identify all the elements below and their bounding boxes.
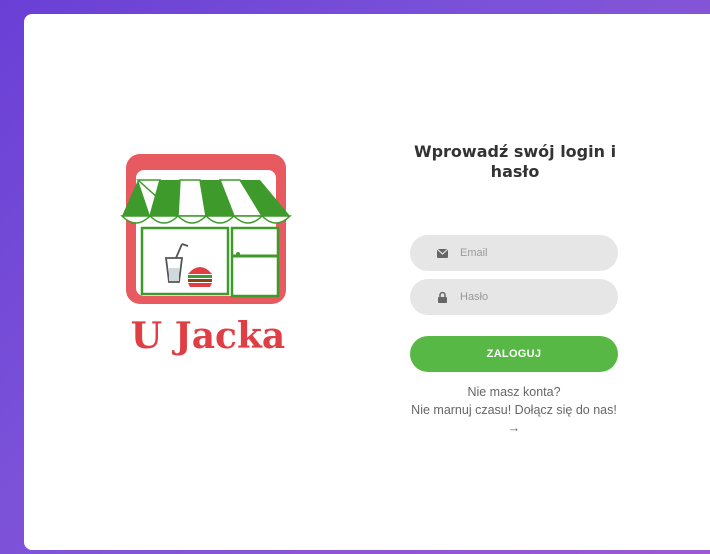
signup-link[interactable]: Nie marnuj czasu! Dołącz się do nas! → xyxy=(411,403,617,435)
signup-link-label: Nie marnuj czasu! Dołącz się do nas! xyxy=(411,403,617,417)
login-card: U Jacka Wprowadź swój login i hasło Emai… xyxy=(24,14,710,550)
login-form: Wprowadź swój login i hasło ZALOGUJ Nie xyxy=(410,142,620,435)
lock-icon xyxy=(436,291,448,303)
email-field-wrapper[interactable] xyxy=(410,235,618,271)
signup-prompt: Nie masz konta? Nie marnuj czasu! Dołącz… xyxy=(404,383,624,437)
password-field-wrapper[interactable] xyxy=(410,279,618,315)
logo-text: U Jacka xyxy=(131,315,285,357)
arrow-right-icon: → xyxy=(507,421,521,435)
shop-logo: U Jacka xyxy=(108,150,308,370)
login-button[interactable]: ZALOGUJ xyxy=(410,336,618,372)
signup-question: Nie masz konta? xyxy=(467,385,561,399)
shop-logo-graphic: U Jacka xyxy=(120,154,292,357)
envelope-icon xyxy=(436,247,448,259)
form-title: Wprowadź swój login i hasło xyxy=(413,142,617,181)
password-input[interactable] xyxy=(458,290,612,304)
email-input[interactable] xyxy=(458,246,612,260)
shop-door xyxy=(230,226,280,298)
shop-window xyxy=(140,226,230,296)
